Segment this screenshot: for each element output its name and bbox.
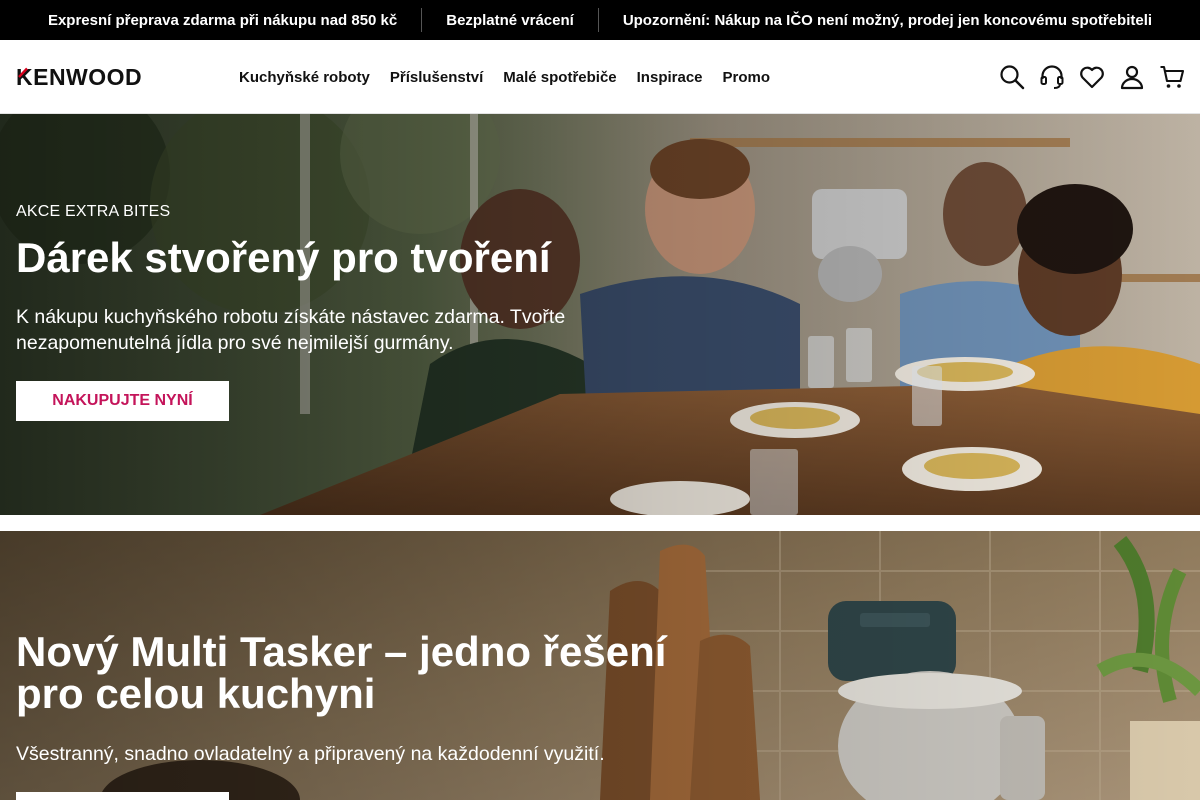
hero-title: Dárek stvořený pro tvoření — [16, 234, 551, 281]
shop-now-button[interactable]: NAKUPUJTE NYNÍ — [16, 381, 229, 421]
main-nav: Kuchyňské roboty Příslušenství Malé spot… — [239, 40, 790, 114]
hero-content: Nový Multi Tasker – jedno řešení pro cel… — [16, 631, 716, 800]
announcement-returns: Bezplatné vrácení — [446, 11, 574, 29]
heart-icon[interactable] — [1078, 63, 1106, 91]
site-header: KENWOOD Kuchyňské roboty Příslušenství M… — [0, 40, 1200, 114]
hero-description: Všestranný, snadno ovladatelný a připrav… — [16, 743, 605, 765]
announcement-shipping: Expresní přeprava zdarma při nákupu nad … — [47, 11, 398, 29]
nav-kitchen-robots[interactable]: Kuchyňské roboty — [239, 69, 370, 86]
hero-description: K nákupu kuchyňského robotu získáte nást… — [16, 306, 566, 354]
hero-title-line-2: pro celou kuchyni — [16, 670, 376, 717]
headset-icon[interactable] — [1038, 63, 1066, 91]
hero-eyebrow: AKCE EXTRA BITES — [16, 203, 171, 220]
header-actions — [986, 63, 1186, 91]
nav-inspiration[interactable]: Inspirace — [637, 69, 703, 86]
nav-small-appliances[interactable]: Malé spotřebiče — [503, 69, 616, 86]
nav-promo[interactable]: Promo — [723, 69, 771, 86]
hero-banner-multi-tasker: Nový Multi Tasker – jedno řešení pro cel… — [0, 531, 1200, 800]
announcement-bar: Expresní přeprava zdarma při nákupu nad … — [0, 0, 1200, 40]
hero-title: Nový Multi Tasker – jedno řešení pro cel… — [16, 631, 716, 715]
logo-text: KENWOOD — [16, 65, 142, 89]
kenwood-logo[interactable]: KENWOOD — [16, 64, 158, 90]
logo-graphic: KENWOOD — [16, 64, 142, 90]
hero-cta-button[interactable] — [16, 792, 229, 800]
search-icon[interactable] — [998, 63, 1026, 91]
cart-icon[interactable] — [1158, 63, 1186, 91]
announcement-notice: Upozornění: Nákup na IČO není možný, pro… — [622, 11, 1153, 29]
user-icon[interactable] — [1118, 63, 1146, 91]
nav-accessories[interactable]: Příslušenství — [390, 69, 483, 86]
hero-banner-extra-bites: AKCE EXTRA BITES Dárek stvořený pro tvoř… — [0, 114, 1200, 515]
hero-content: AKCE EXTRA BITES Dárek stvořený pro tvoř… — [16, 203, 656, 421]
section-divider — [0, 515, 1200, 531]
hero-title-line-1: Nový Multi Tasker – jedno řešení — [16, 628, 667, 675]
